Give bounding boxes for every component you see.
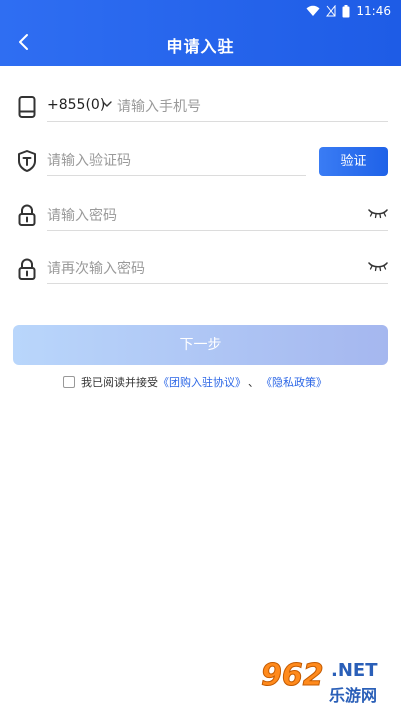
status-time: 11:46	[356, 4, 391, 18]
site-watermark: 962 .NET 乐游网	[261, 658, 393, 706]
watermark-number: 962	[261, 658, 325, 694]
agreement-checkbox[interactable]	[63, 376, 75, 388]
lock-icon	[18, 204, 36, 226]
chevron-down-icon[interactable]	[101, 98, 113, 110]
password-field	[47, 201, 388, 231]
agreement-separator: 、	[248, 376, 259, 389]
country-code[interactable]: +855(0)	[47, 97, 105, 113]
eye-closed-icon[interactable]	[368, 207, 388, 219]
code-input[interactable]	[47, 147, 306, 175]
next-step-button[interactable]: 下一步	[13, 325, 388, 365]
confirm-password-row	[0, 254, 401, 294]
code-field	[47, 146, 306, 176]
phone-field: +855(0)	[47, 92, 388, 122]
privacy-policy-link[interactable]: 《隐私政策》	[261, 374, 327, 390]
phone-row: +855(0)	[0, 92, 401, 132]
app-header: 11:46 申请入驻	[0, 0, 401, 66]
watermark-suffix: .NET	[331, 660, 378, 681]
eye-closed-icon[interactable]	[368, 260, 388, 272]
lock-icon	[18, 258, 36, 280]
phone-input[interactable]	[117, 93, 377, 121]
status-bar: 11:46	[0, 0, 401, 22]
shield-icon	[18, 150, 36, 172]
status-icons: 11:46	[306, 3, 391, 19]
watermark-text: 乐游网	[329, 686, 378, 705]
agreement-prefix: 我已阅读并接受	[81, 376, 158, 389]
phone-icon	[18, 96, 36, 118]
confirm-password-input[interactable]	[47, 255, 347, 283]
battery-icon	[342, 4, 350, 17]
confirm-password-field	[47, 254, 388, 284]
wifi-icon	[306, 5, 320, 16]
merchant-agreement-link[interactable]: 《团购入驻协议》	[158, 374, 246, 390]
password-row	[0, 201, 401, 241]
page-title: 申请入驻	[166, 37, 235, 56]
signal-icon	[326, 5, 336, 17]
send-code-button[interactable]: 验证	[319, 147, 388, 176]
password-input[interactable]	[47, 202, 347, 230]
agreement-row: 我已阅读并接受 《团购入驻协议》 、 《隐私政策》	[63, 374, 327, 390]
